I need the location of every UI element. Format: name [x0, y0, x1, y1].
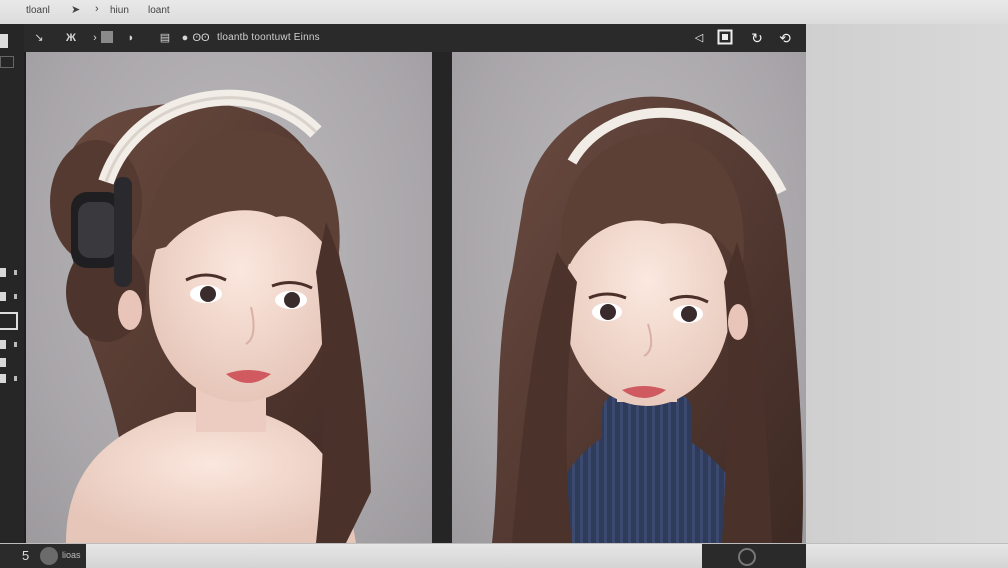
db-icon[interactable]: ʘʘ — [192, 31, 210, 45]
status-ring-icon[interactable] — [738, 548, 756, 566]
status-number: 5 — [22, 548, 30, 563]
right-side-panel — [806, 24, 1008, 543]
tool-box[interactable] — [0, 56, 14, 68]
menu-item-3[interactable]: loant — [148, 5, 170, 16]
tool-handle-top[interactable] — [0, 34, 8, 48]
menu-item-2[interactable]: hiun — [110, 5, 129, 16]
brush-tool-icon[interactable]: Ж — [64, 31, 78, 45]
tool-1-dot — [14, 270, 17, 275]
document-title: tloantb toontuwt Einns — [217, 32, 320, 43]
list-icon[interactable]: ▤ — [158, 31, 172, 45]
tool-2[interactable] — [0, 292, 6, 301]
editor-toolbar: ↘ Ж › ◗ ▤ ● ʘʘ tloantb toontuwt Einns ◁ … — [24, 24, 806, 52]
zoom-knob[interactable] — [40, 547, 58, 565]
layer-icon[interactable]: ◗ — [124, 31, 138, 45]
undo-icon[interactable]: ⟲ — [776, 29, 794, 47]
left-portrait-image — [50, 89, 371, 543]
tool-4[interactable] — [0, 340, 6, 349]
status-label: lioas — [62, 550, 81, 560]
cursor-arrow-icon[interactable]: ➤ — [71, 3, 80, 16]
refresh-icon[interactable]: ↻ — [748, 29, 766, 47]
top-menu-bar: tloanl ➤ › hiun loant — [0, 0, 1008, 25]
left-portrait-canvas[interactable] — [26, 52, 432, 543]
tool-3-selected[interactable] — [0, 312, 18, 330]
tool-2-dot — [14, 294, 17, 299]
chevron-right-icon[interactable]: › — [95, 3, 99, 15]
canvas-divider[interactable] — [432, 52, 452, 543]
frame-icon[interactable] — [716, 29, 734, 47]
pen-tool-icon[interactable]: ↘ — [32, 31, 46, 45]
bottom-status-bar: 5 lioas — [0, 543, 1008, 568]
menu-item-1[interactable]: tloanl — [26, 5, 50, 16]
right-portrait-canvas[interactable] — [452, 52, 806, 543]
image-editor-window: ↘ Ж › ◗ ▤ ● ʘʘ tloantb toontuwt Einns ◁ … — [24, 24, 806, 543]
tool-5[interactable] — [0, 358, 6, 367]
tool-6-dot — [14, 376, 17, 381]
tool-6[interactable] — [0, 374, 6, 383]
tool-4-dot — [14, 342, 17, 347]
back-arrow-icon[interactable]: ◁ — [690, 29, 708, 47]
right-portrait-image — [492, 96, 803, 543]
droplet-icon[interactable]: ● — [178, 31, 192, 45]
left-tool-strip — [0, 24, 24, 543]
tool-1[interactable] — [0, 268, 6, 277]
color-swatch-icon[interactable] — [100, 31, 114, 45]
